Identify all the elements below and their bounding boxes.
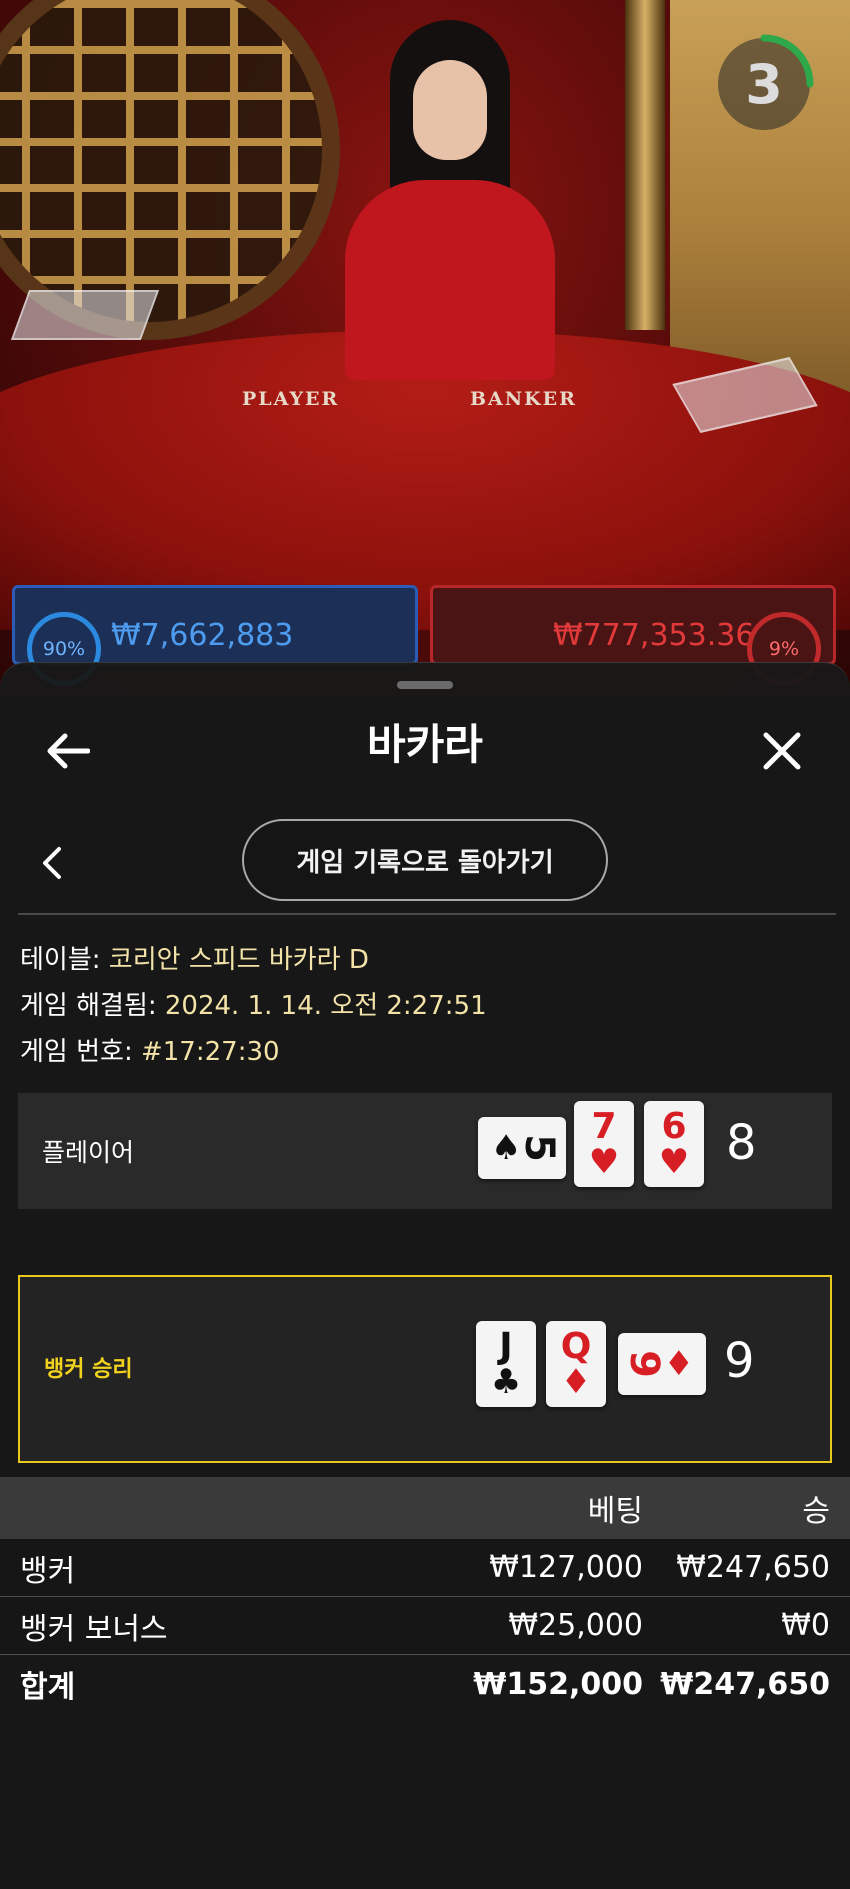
banker-win-label: 뱅커 승리 bbox=[44, 1357, 133, 1382]
table-row: 뱅커 보너스 ₩25,000 ₩0 bbox=[0, 1597, 850, 1655]
total-label: 합계 bbox=[20, 1670, 76, 1705]
dealer bbox=[305, 20, 585, 380]
game-number-label: 게임 번호: bbox=[20, 1037, 141, 1067]
felt-banker-label: BANKER bbox=[470, 388, 577, 410]
table-name-line: 테이블: 코리안 스피드 바카라 D bbox=[20, 939, 369, 976]
bets-table-header: 베팅 승 bbox=[0, 1477, 850, 1539]
player-bet-strip[interactable]: 90% ₩7,662,883 bbox=[12, 585, 418, 686]
game-resolved-label: 게임 해결됨: bbox=[20, 991, 165, 1021]
chevron-left-icon bbox=[43, 847, 61, 879]
countdown-timer: 3 bbox=[710, 30, 818, 138]
card-shoe-left bbox=[10, 290, 160, 340]
gold-pillar-decor bbox=[625, 0, 665, 330]
sheet-drag-handle[interactable] bbox=[397, 681, 453, 689]
banker-hand-row: 뱅커 승리 J ♣ Q ♦ 9 ♦ 9 bbox=[18, 1275, 832, 1463]
playing-card: Q ♦ bbox=[546, 1321, 606, 1407]
game-number-value: #17:27:30 bbox=[140, 1037, 280, 1067]
game-resolved-line: 게임 해결됨: 2024. 1. 14. 오전 2:27:51 bbox=[20, 985, 487, 1022]
previous-chevron-button[interactable] bbox=[22, 833, 82, 893]
player-score: 8 bbox=[726, 1115, 757, 1171]
total-win-amount: ₩247,650 bbox=[660, 1666, 830, 1702]
total-bet-amount: ₩152,000 bbox=[473, 1666, 643, 1702]
player-hand-label: 플레이어 bbox=[42, 1138, 135, 1167]
banker-score: 9 bbox=[724, 1333, 755, 1389]
total-row: 합계 ₩152,000 ₩247,650 bbox=[0, 1655, 850, 1713]
live-video-feed: PLAYER BANKER 3 90% ₩7,662,883 ₩777,353.… bbox=[0, 0, 850, 700]
timer-value: 3 bbox=[745, 52, 783, 116]
table-name-value: 코리안 스피드 바카라 D bbox=[108, 945, 369, 975]
close-button[interactable] bbox=[744, 713, 820, 789]
lattice-window-decor bbox=[0, 0, 340, 340]
sheet-title: 바카라 bbox=[367, 720, 483, 769]
playing-card: 6 ♥ bbox=[644, 1101, 704, 1187]
win-amount: ₩0 bbox=[781, 1608, 830, 1643]
back-to-history-button[interactable]: 게임 기록으로 돌아가기 bbox=[242, 819, 608, 901]
bet-name: 뱅커 보너스 bbox=[20, 1611, 168, 1647]
playing-card: ♠ 5 bbox=[478, 1117, 566, 1179]
bet-column-header: 베팅 bbox=[587, 1494, 643, 1529]
win-column-header: 승 bbox=[802, 1494, 830, 1529]
playing-card: 7 ♥ bbox=[574, 1101, 634, 1187]
player-strip-amount: ₩7,662,883 bbox=[111, 618, 294, 653]
close-icon bbox=[763, 732, 801, 770]
table-name-label: 테이블: bbox=[20, 945, 109, 975]
game-history-sheet: 바카라 게임 기록으로 돌아가기 테이블: 코리안 스피드 바카라 D 게임 해… bbox=[0, 662, 850, 1889]
bet-name: 뱅커 bbox=[20, 1553, 76, 1589]
game-resolved-value: 2024. 1. 14. 오전 2:27:51 bbox=[164, 991, 487, 1021]
bet-amount: ₩25,000 bbox=[508, 1608, 643, 1643]
win-amount: ₩247,650 bbox=[676, 1550, 830, 1585]
table-row: 뱅커 ₩127,000 ₩247,650 bbox=[0, 1539, 850, 1597]
game-number-line: 게임 번호: #17:27:30 bbox=[20, 1031, 280, 1068]
divider bbox=[18, 913, 836, 915]
banker-strip-amount: ₩777,353.36 bbox=[553, 618, 755, 653]
playing-card: J ♣ bbox=[476, 1321, 536, 1407]
player-hand-row: 플레이어 ♠ 5 7 ♥ 6 ♥ 8 bbox=[18, 1093, 832, 1209]
playing-card: 9 ♦ bbox=[618, 1333, 706, 1395]
banker-bet-strip[interactable]: ₩777,353.36 9% bbox=[430, 585, 836, 686]
bet-amount: ₩127,000 bbox=[489, 1550, 643, 1585]
felt-player-label: PLAYER bbox=[242, 388, 340, 410]
